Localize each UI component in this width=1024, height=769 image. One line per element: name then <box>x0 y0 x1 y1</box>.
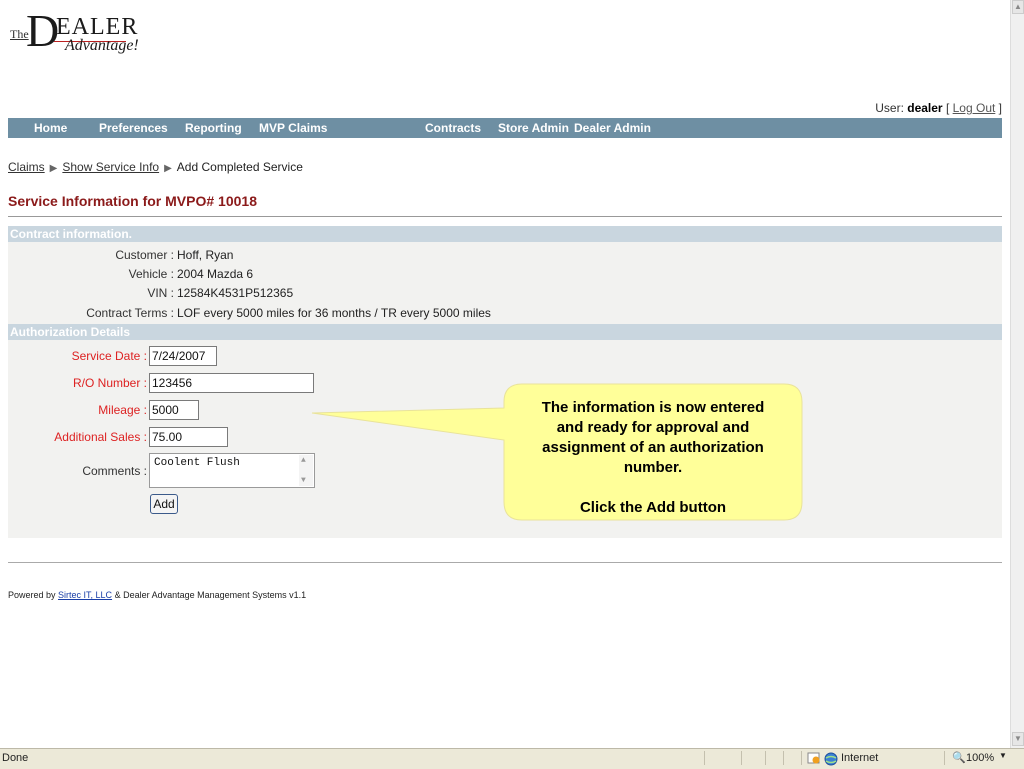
footer-suffix: & Dealer Advantage Management Systems v1… <box>112 590 307 600</box>
sirtec-link[interactable]: Sirtec IT, LLC <box>58 590 112 600</box>
footer: Powered by Sirtec IT, LLC & Dealer Advan… <box>8 590 306 600</box>
callout-line-3: assignment of an authorization <box>542 439 764 456</box>
status-divider <box>783 751 784 765</box>
zoom-dropdown-icon[interactable]: ▼ <box>999 751 1007 760</box>
callout-line-1: The information is now entered <box>541 399 765 416</box>
footer-prefix: Powered by <box>8 590 59 600</box>
instruction-callout-text: The information is now entered and ready… <box>508 398 798 518</box>
status-divider <box>944 751 945 765</box>
callout-line-5: Click the Add button <box>579 499 727 516</box>
status-divider <box>801 751 802 765</box>
protected-mode-icon <box>807 752 820 764</box>
footer-divider <box>8 562 1002 563</box>
security-zone-label: Internet <box>841 752 879 764</box>
callout-line-4: number. <box>623 459 683 476</box>
zoom-level[interactable]: 100% <box>966 752 994 764</box>
scroll-up-arrow-icon[interactable]: ▲ <box>1012 0 1024 14</box>
status-divider <box>704 751 705 765</box>
callout-line-2: and ready for approval and <box>556 419 750 436</box>
instruction-callout-bubble <box>311 383 803 521</box>
browser-status-bar: Done Internet 🔍 100% ▼ <box>0 748 1024 769</box>
internet-globe-icon <box>824 752 838 766</box>
status-divider <box>765 751 766 765</box>
status-divider <box>741 751 742 765</box>
page-scrollbar[interactable]: ▲ ▼ <box>1010 0 1024 748</box>
callout-spacer <box>508 478 798 498</box>
status-text: Done <box>2 752 29 764</box>
scroll-down-arrow-icon[interactable]: ▼ <box>1012 732 1024 746</box>
zoom-magnifier-icon[interactable]: 🔍 <box>952 751 966 764</box>
